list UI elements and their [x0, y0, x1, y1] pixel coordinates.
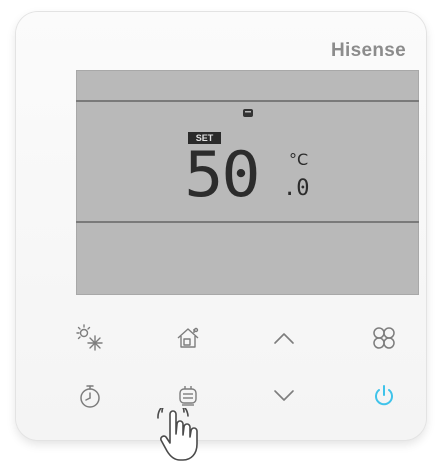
stopwatch-icon	[76, 382, 104, 410]
brand-logo: Hisense	[331, 40, 406, 61]
tapping-hand-icon	[156, 400, 206, 469]
lcd-divider-bottom	[76, 221, 419, 223]
power-icon	[371, 383, 397, 409]
temperature-unit: °C	[289, 150, 309, 169]
lcd-divider-top	[76, 100, 419, 102]
thermostat-panel: Hisense SET 50 °C .0	[16, 12, 426, 440]
four-circles-icon	[371, 325, 397, 351]
sun-snowflake-icon	[75, 323, 105, 353]
timer-button[interactable]	[68, 376, 112, 416]
set-temperature: 50	[184, 138, 260, 211]
down-button[interactable]	[262, 376, 306, 416]
mode-button[interactable]	[68, 318, 112, 358]
hot-water-tank-icon	[242, 106, 254, 124]
house-icon	[174, 324, 202, 352]
lcd-display: SET 50 °C .0	[76, 70, 419, 295]
chevron-up-icon	[271, 328, 297, 348]
eco-home-button[interactable]	[166, 318, 210, 358]
chevron-down-icon	[271, 386, 297, 406]
up-button[interactable]	[262, 318, 306, 358]
water-tank-icon	[176, 383, 200, 409]
menu-button[interactable]	[362, 318, 406, 358]
temperature-decimal: .0	[283, 176, 310, 201]
power-button[interactable]	[362, 376, 406, 416]
